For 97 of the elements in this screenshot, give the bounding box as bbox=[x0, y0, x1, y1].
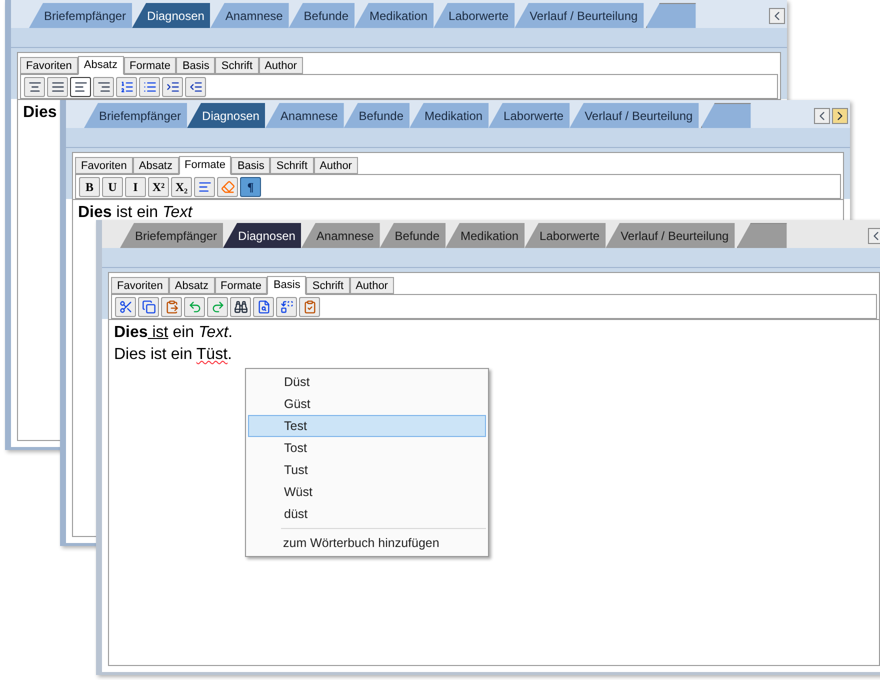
document-tab[interactable]: Verlauf / Beurteilung bbox=[514, 3, 644, 28]
toolbar-button[interactable]: U bbox=[102, 176, 123, 196]
document-tab[interactable]: Anamnese bbox=[265, 103, 344, 128]
toolbar-button[interactable] bbox=[139, 76, 160, 96]
align-justify-icon bbox=[50, 80, 64, 94]
menu-item[interactable]: Wüst bbox=[248, 481, 486, 503]
toolbar-button[interactable]: I bbox=[125, 176, 146, 196]
align-left-icon bbox=[74, 80, 88, 94]
clipboard-check-icon bbox=[302, 300, 316, 314]
toolbar-button[interactable] bbox=[24, 76, 45, 96]
document-tab[interactable]: Anamnese bbox=[210, 3, 289, 28]
clipboard-icon bbox=[164, 300, 178, 314]
document-tab[interactable]: Befunde bbox=[344, 103, 410, 128]
align-right-icon bbox=[96, 80, 110, 94]
replace-icon bbox=[280, 300, 294, 314]
ribbon-tab[interactable]: Basis bbox=[176, 57, 216, 74]
menu-item[interactable]: Tust bbox=[248, 459, 486, 481]
align-center-icon bbox=[28, 80, 42, 94]
ribbon-tab[interactable]: Basis bbox=[267, 276, 306, 295]
document-tab[interactable]: Diagnosen bbox=[187, 103, 266, 128]
text-line: Dies ist ein Text. bbox=[114, 323, 233, 343]
document-tab[interactable]: Befunde bbox=[380, 223, 446, 248]
menu-item[interactable]: Tost bbox=[248, 437, 486, 459]
document-tab[interactable]: Verlauf / Beurteilung bbox=[606, 223, 735, 248]
toolbar-button[interactable] bbox=[116, 76, 137, 96]
copy-icon bbox=[142, 300, 156, 314]
document-tab[interactable]: Laborwerte bbox=[524, 223, 606, 248]
toolbar-button[interactable] bbox=[115, 296, 136, 316]
document-tab[interactable]: Verlauf / Beurteilung bbox=[570, 103, 699, 128]
redo-icon bbox=[210, 300, 224, 314]
toolbar-button[interactable] bbox=[162, 76, 183, 96]
document-tab[interactable]: Medikation bbox=[446, 223, 525, 248]
toolbar-button[interactable] bbox=[230, 296, 251, 316]
menu-item[interactable]: Test bbox=[248, 415, 486, 437]
outdent-icon bbox=[188, 80, 202, 94]
toolbar-button[interactable] bbox=[253, 296, 274, 316]
menu-item[interactable]: Güst bbox=[248, 393, 486, 415]
menu-item[interactable]: zum Wörterbuch hinzufügen bbox=[248, 532, 486, 554]
document-tab[interactable]: Medikation bbox=[410, 103, 489, 128]
ribbon-tab[interactable]: Favoriten bbox=[111, 277, 169, 294]
numbered-list-icon bbox=[120, 80, 134, 94]
document-tab[interactable]: Briefempfänger bbox=[120, 223, 224, 248]
text-line: Dies bbox=[23, 103, 57, 123]
toolbar-button[interactable] bbox=[194, 176, 215, 196]
ribbon-tab[interactable]: Author bbox=[314, 157, 358, 174]
ribbon-tab[interactable]: Schrift bbox=[215, 57, 259, 74]
document-tab[interactable]: Anamnese bbox=[301, 223, 380, 248]
toolbar-button[interactable]: B bbox=[79, 176, 100, 196]
indent-icon bbox=[166, 80, 180, 94]
document-tab[interactable]: Medikation bbox=[354, 3, 434, 28]
toolbar-button[interactable]: X² bbox=[148, 176, 169, 196]
document-tab[interactable]: Befunde bbox=[288, 3, 355, 28]
document-tab[interactable]: Diagnosen bbox=[223, 223, 302, 248]
toolbar-button[interactable] bbox=[70, 76, 91, 96]
text-lines-icon bbox=[198, 180, 212, 194]
toolbar-button[interactable] bbox=[276, 296, 297, 316]
scroll-left-icon[interactable] bbox=[769, 8, 785, 24]
text-line: Dies ist ein Text bbox=[78, 203, 192, 223]
binoculars-icon bbox=[234, 300, 248, 314]
document-tab[interactable]: Briefempfänger bbox=[29, 3, 132, 28]
ribbon-tab[interactable]: Schrift bbox=[270, 157, 314, 174]
toolbar-button[interactable] bbox=[93, 76, 114, 96]
scroll-right-icon[interactable] bbox=[832, 108, 848, 124]
document-tab[interactable]: Laborwerte bbox=[488, 103, 570, 128]
ribbon-tab[interactable]: Absatz bbox=[78, 56, 124, 75]
ribbon-tab[interactable]: Schrift bbox=[306, 277, 350, 294]
scroll-left-icon[interactable] bbox=[814, 108, 830, 124]
menu-item[interactable]: düst bbox=[248, 503, 486, 525]
eraser-icon bbox=[220, 180, 234, 194]
ribbon-tab[interactable]: Favoriten bbox=[20, 57, 78, 74]
text-line: Dies ist ein Tüst. bbox=[114, 345, 232, 365]
ribbon-tab[interactable]: Basis bbox=[231, 157, 270, 174]
ribbon-tab[interactable]: Favoriten bbox=[75, 157, 133, 174]
toolbar-button[interactable]: X₂ bbox=[171, 176, 192, 196]
stacked-tabs-drawing bbox=[646, 3, 696, 28]
ribbon-tab[interactable]: Formate bbox=[178, 156, 232, 175]
toolbar-button[interactable] bbox=[138, 296, 159, 316]
stacked-tabs-drawing bbox=[700, 103, 751, 128]
ribbon-tab[interactable]: Formate bbox=[214, 277, 268, 294]
toolbar-button[interactable] bbox=[47, 76, 68, 96]
document-tab[interactable]: Laborwerte bbox=[434, 3, 515, 28]
ribbon-tab[interactable]: Author bbox=[350, 277, 394, 294]
toolbar-button[interactable]: ¶ bbox=[240, 176, 261, 196]
ribbon-tab[interactable]: Absatz bbox=[168, 277, 214, 294]
file-search-icon bbox=[256, 300, 270, 314]
scroll-left-icon[interactable] bbox=[868, 228, 880, 244]
document-tab[interactable]: Diagnosen bbox=[132, 3, 210, 28]
ribbon-tab[interactable]: Absatz bbox=[132, 157, 178, 174]
document-tab[interactable]: Briefempfänger bbox=[84, 103, 188, 128]
toolbar-button[interactable] bbox=[185, 76, 206, 96]
undo-icon bbox=[188, 300, 202, 314]
stacked-tabs-drawing bbox=[736, 223, 787, 248]
bullet-list-icon bbox=[142, 80, 156, 94]
scissors-icon bbox=[118, 300, 132, 314]
ribbon-tab[interactable]: Author bbox=[258, 57, 303, 74]
menu-item[interactable]: Düst bbox=[248, 371, 486, 393]
ribbon-tab[interactable]: Formate bbox=[124, 57, 176, 74]
